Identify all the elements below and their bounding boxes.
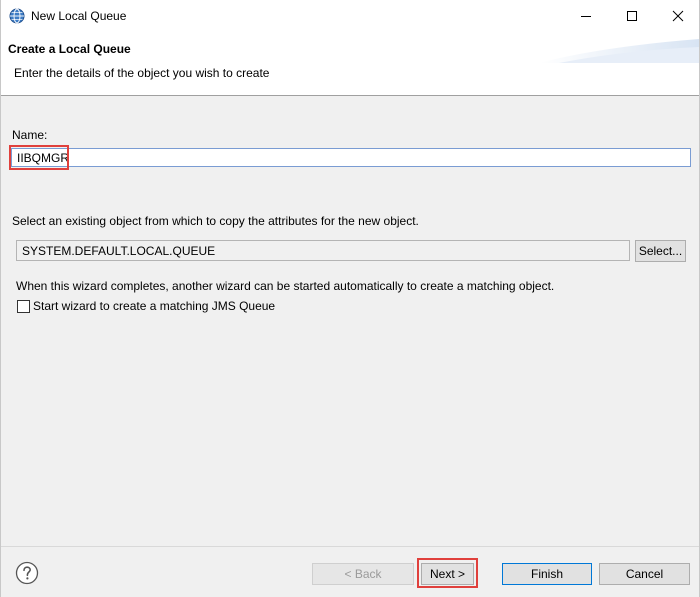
minimize-icon bbox=[581, 16, 591, 17]
close-button[interactable] bbox=[655, 0, 700, 32]
globe-icon bbox=[9, 8, 25, 24]
minimize-button[interactable] bbox=[563, 0, 609, 32]
title-bar: New Local Queue bbox=[1, 0, 699, 33]
finish-button[interactable]: Finish bbox=[502, 563, 592, 585]
name-label: Name: bbox=[12, 128, 48, 142]
maximize-icon bbox=[627, 11, 637, 21]
jms-queue-checkbox-label[interactable]: Start wizard to create a matching JMS Qu… bbox=[33, 299, 275, 313]
new-local-queue-dialog: New Local Queue Create a Local Queue Ent… bbox=[0, 0, 700, 597]
select-button[interactable]: Select... bbox=[635, 240, 686, 262]
wizard-info-text: When this wizard completes, another wiza… bbox=[16, 279, 555, 293]
footer-separator bbox=[1, 546, 699, 547]
jms-queue-checkbox[interactable] bbox=[17, 300, 30, 313]
copy-from-object-field[interactable] bbox=[16, 240, 630, 261]
banner-decoration bbox=[539, 39, 699, 63]
maximize-button[interactable] bbox=[609, 0, 655, 32]
window-title: New Local Queue bbox=[31, 9, 127, 23]
name-input[interactable] bbox=[11, 148, 691, 167]
copy-attributes-label: Select an existing object from which to … bbox=[12, 214, 419, 228]
wizard-title: Create a Local Queue bbox=[8, 42, 131, 56]
help-icon[interactable] bbox=[15, 561, 39, 585]
back-button[interactable]: < Back bbox=[312, 563, 414, 585]
cancel-button[interactable]: Cancel bbox=[599, 563, 690, 585]
wizard-subtitle: Enter the details of the object you wish… bbox=[14, 66, 270, 80]
wizard-banner: Create a Local Queue Enter the details o… bbox=[1, 33, 699, 96]
next-button[interactable]: Next > bbox=[421, 563, 474, 585]
close-icon bbox=[672, 10, 684, 22]
